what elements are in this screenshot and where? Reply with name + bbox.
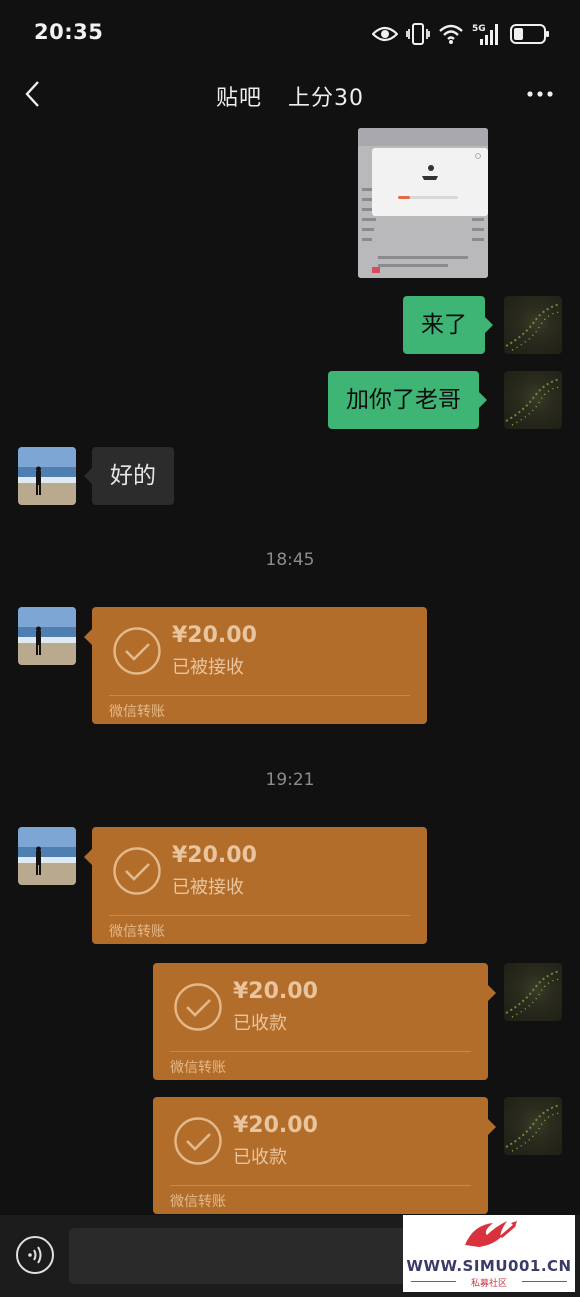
self-avatar[interactable] bbox=[504, 1097, 562, 1155]
bubble-tail bbox=[488, 1119, 496, 1135]
friend-avatar[interactable] bbox=[18, 607, 76, 665]
chat-title: 贴吧 上分30 bbox=[0, 80, 580, 112]
transfer-status: 已收款 bbox=[233, 1013, 287, 1034]
image-message[interactable] bbox=[358, 128, 488, 278]
watermark-logo bbox=[465, 1221, 517, 1247]
transfer-amount: ¥20.00 bbox=[172, 623, 257, 648]
self-avatar[interactable] bbox=[504, 296, 562, 354]
voice-icon bbox=[16, 1236, 54, 1274]
transfer-status: 已被接收 bbox=[172, 877, 244, 898]
chat-title-note: 上分30 bbox=[288, 86, 364, 111]
network-label: 5G bbox=[472, 24, 486, 34]
transfer-card[interactable]: ¥20.00 已被接收 微信转账 bbox=[84, 827, 427, 944]
battery-icon bbox=[510, 24, 549, 44]
divider bbox=[170, 1185, 471, 1186]
divider bbox=[109, 695, 410, 696]
check-circle-icon bbox=[113, 627, 161, 675]
chat-screen: 20:35 5G 贴吧 上分30 来了 加你了老哥 好的 18:45 ¥20.0… bbox=[0, 0, 580, 1297]
self-avatar[interactable] bbox=[504, 963, 562, 1021]
outgoing-message[interactable]: 来了 bbox=[403, 296, 493, 354]
bubble-tail bbox=[84, 468, 92, 484]
friend-avatar[interactable] bbox=[18, 447, 76, 505]
beach-avatar-image bbox=[18, 607, 76, 665]
check-circle-icon bbox=[174, 983, 222, 1031]
bubble-tail bbox=[84, 849, 92, 865]
transfer-amount: ¥20.00 bbox=[233, 1113, 318, 1138]
beach-avatar-image bbox=[18, 827, 76, 885]
divider bbox=[109, 915, 410, 916]
transfer-card[interactable]: ¥20.00 已被接收 微信转账 bbox=[84, 607, 427, 724]
moss-avatar-image bbox=[505, 303, 562, 351]
message-text: 来了 bbox=[421, 312, 467, 338]
self-avatar[interactable] bbox=[504, 371, 562, 429]
bubble-tail bbox=[488, 985, 496, 1001]
voice-button[interactable] bbox=[15, 1235, 55, 1275]
watermark-site: WWW.SIMU001.CN bbox=[406, 1257, 572, 1275]
message-input[interactable] bbox=[69, 1228, 409, 1284]
divider bbox=[170, 1051, 471, 1052]
transfer-amount: ¥20.00 bbox=[233, 979, 318, 1004]
incoming-message[interactable]: 好的 bbox=[84, 447, 174, 505]
transfer-label: 微信转账 bbox=[170, 1194, 226, 1210]
moss-avatar-image bbox=[505, 970, 562, 1018]
status-time: 20:35 bbox=[34, 20, 104, 44]
moss-avatar-image bbox=[505, 1104, 562, 1152]
message-text: 好的 bbox=[110, 463, 156, 489]
divider bbox=[522, 1281, 567, 1282]
moss-avatar-image bbox=[505, 378, 562, 426]
outgoing-message[interactable]: 加你了老哥 bbox=[328, 371, 487, 429]
timestamp: 18:45 bbox=[265, 550, 315, 570]
beach-avatar-image bbox=[18, 447, 76, 505]
message-text: 加你了老哥 bbox=[346, 387, 461, 413]
transfer-card[interactable]: ¥20.00 已收款 微信转账 bbox=[153, 963, 496, 1080]
chat-header: 贴吧 上分30 bbox=[0, 66, 580, 124]
check-circle-icon bbox=[113, 847, 161, 895]
status-bar: 20:35 5G bbox=[0, 0, 580, 66]
transfer-label: 微信转账 bbox=[170, 1060, 226, 1076]
signal-5g-icon: 5G bbox=[472, 24, 498, 45]
watermark-tagline: 私募社区 bbox=[470, 1279, 507, 1289]
watermark: WWW.SIMU001.CN 私募社区 bbox=[403, 1215, 575, 1292]
status-icons: 5G bbox=[372, 20, 550, 48]
transfer-amount: ¥20.00 bbox=[172, 843, 257, 868]
eye-icon bbox=[372, 26, 398, 42]
transfer-label: 微信转账 bbox=[109, 704, 165, 720]
transfer-status: 已被接收 bbox=[172, 657, 244, 678]
vibrate-icon bbox=[406, 23, 430, 45]
transfer-card[interactable]: ¥20.00 已收款 微信转账 bbox=[153, 1097, 496, 1214]
bubble-tail bbox=[485, 317, 493, 333]
check-circle-icon bbox=[174, 1117, 222, 1165]
bubble-tail bbox=[84, 629, 92, 645]
chat-title-name: 贴吧 bbox=[215, 86, 262, 111]
transfer-label: 微信转账 bbox=[109, 924, 165, 940]
more-dots-icon bbox=[527, 91, 553, 97]
transfer-status: 已收款 bbox=[233, 1147, 287, 1168]
timestamp: 19:21 bbox=[265, 770, 315, 790]
friend-avatar[interactable] bbox=[18, 827, 76, 885]
screenshot-thumbnail bbox=[358, 128, 488, 278]
wifi-icon bbox=[439, 24, 463, 44]
bubble-tail bbox=[479, 392, 487, 408]
more-options-button[interactable] bbox=[522, 76, 558, 112]
